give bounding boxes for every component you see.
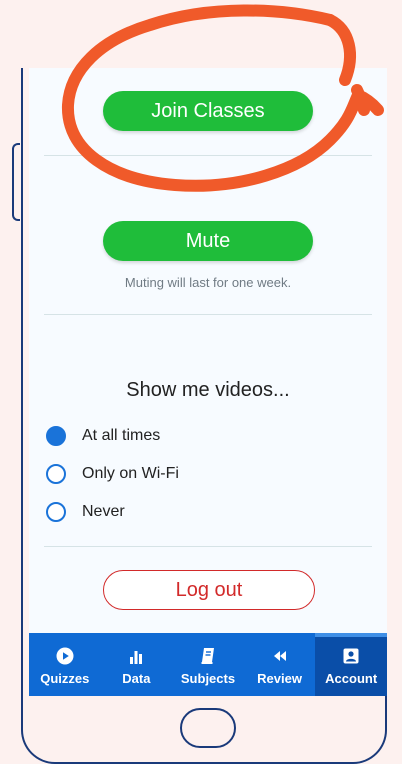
mute-button[interactable]: Mute [103,221,313,261]
video-option-label: Never [82,503,125,520]
tab-data[interactable]: Data [101,633,173,696]
rewind-icon [272,645,288,667]
phone-side-button [12,143,20,221]
home-button[interactable] [180,708,236,748]
tab-account[interactable]: Account [315,633,387,696]
video-option-all-times[interactable]: At all times [46,426,160,446]
tab-label: Review [257,671,302,686]
join-classes-button[interactable]: Join Classes [103,91,313,131]
video-option-never[interactable]: Never [46,502,125,522]
mute-caption: Muting will last for one week. [124,275,292,290]
tab-subjects[interactable]: Subjects [172,633,244,696]
divider [44,155,372,156]
divider [44,546,372,547]
video-option-label: Only on Wi-Fi [82,465,179,482]
play-icon [56,645,74,667]
tab-label: Data [122,671,151,686]
video-option-label: At all times [82,427,161,444]
radio-selected[interactable] [46,426,66,446]
bottom-tab-bar: Quizzes Data Subjects Review Account [29,633,387,696]
tab-label: Subjects [180,671,236,686]
tab-quizzes[interactable]: Quizzes [29,633,101,696]
video-option-wifi[interactable]: Only on Wi-Fi [46,464,179,484]
tab-label: Account [325,671,378,686]
videos-heading: Show me videos... [126,379,290,401]
logout-button[interactable]: Log out [103,570,315,610]
radio-unselected[interactable] [46,502,66,522]
tab-review[interactable]: Review [244,633,316,696]
bar-chart-icon [128,645,144,667]
account-screen: Join Classes Mute Muting will last for o… [29,68,387,696]
divider [44,314,372,315]
account-icon [343,645,359,667]
tab-label: Quizzes [40,671,90,686]
book-icon [199,645,217,667]
radio-unselected[interactable] [46,464,66,484]
